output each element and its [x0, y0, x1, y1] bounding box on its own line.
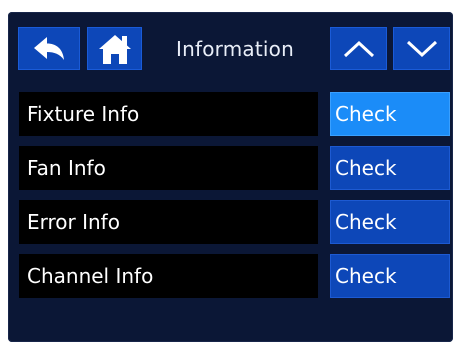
- check-button-fan-info[interactable]: Check: [330, 146, 450, 190]
- row-label-fan-info: Fan Info: [19, 146, 318, 190]
- check-button-fixture-info[interactable]: Check: [330, 92, 450, 136]
- row-label-error-info: Error Info: [19, 200, 318, 244]
- check-button-channel-info[interactable]: Check: [330, 254, 450, 298]
- back-button[interactable]: [18, 27, 80, 70]
- row-label-fixture-info: Fixture Info: [19, 92, 318, 136]
- check-button-error-info[interactable]: Check: [330, 200, 450, 244]
- scroll-up-button[interactable]: [330, 27, 387, 70]
- information-screen: Information Fixture Info Check Fan Info …: [8, 12, 453, 342]
- chevron-up-icon: [342, 39, 376, 59]
- home-icon: [97, 33, 133, 65]
- back-arrow-icon: [32, 36, 66, 62]
- scroll-down-button[interactable]: [393, 27, 450, 70]
- chevron-down-icon: [405, 39, 439, 59]
- home-button[interactable]: [87, 27, 142, 70]
- row-label-channel-info: Channel Info: [19, 254, 318, 298]
- page-title: Information: [176, 37, 294, 61]
